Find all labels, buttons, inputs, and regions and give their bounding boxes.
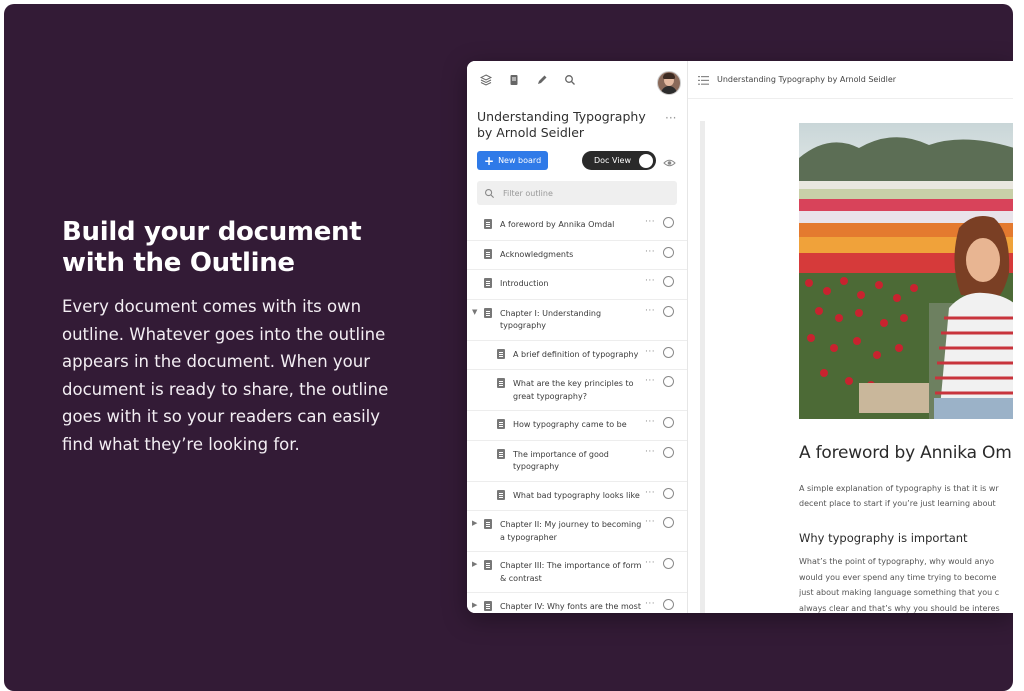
- sidebar-toolbar: [477, 71, 579, 89]
- title-more-icon[interactable]: ···: [665, 111, 676, 125]
- doc-view-toggle[interactable]: Doc View: [582, 151, 656, 170]
- outline-item-label: Chapter I: Understanding typography: [500, 308, 602, 331]
- complete-checkbox[interactable]: [663, 346, 674, 358]
- doc-view-label: Doc View: [594, 156, 631, 165]
- more-icon[interactable]: ···: [645, 417, 655, 427]
- outline-item[interactable]: Introduction ···: [467, 270, 687, 300]
- outline-item[interactable]: How typography came to be ···: [467, 411, 687, 441]
- document-title: Understanding Typography by Arnold Seidl…: [477, 109, 646, 140]
- eye-icon[interactable]: [663, 154, 676, 173]
- plus-icon: +: [484, 153, 495, 168]
- search-icon: [484, 184, 495, 203]
- caret-down-icon[interactable]: ▼: [472, 308, 477, 316]
- caret-right-icon[interactable]: ▶: [472, 560, 477, 568]
- more-icon[interactable]: ···: [645, 558, 655, 568]
- new-board-label: New board: [498, 156, 542, 165]
- more-icon[interactable]: ···: [645, 517, 655, 527]
- outline-item-label: Introduction: [500, 279, 549, 288]
- complete-checkbox[interactable]: [663, 558, 674, 569]
- outline-item-label: The importance of good typography: [513, 449, 609, 472]
- more-icon[interactable]: ···: [645, 376, 655, 386]
- intro-paragraph: A simple explanation of typography is th…: [799, 484, 999, 508]
- section-heading: A foreword by Annika Om: [799, 443, 1012, 463]
- outline-item[interactable]: ▼ Chapter I: Understanding typography ···: [467, 300, 687, 341]
- outline-item[interactable]: ▶ Chapter IV: Why fonts are the most ···: [467, 593, 687, 613]
- outline-item-label: Chapter IV: Why fonts are the most: [500, 602, 641, 611]
- user-avatar[interactable]: [657, 71, 681, 95]
- outline-item[interactable]: ▶ Chapter II: My journey to becoming a ty…: [467, 511, 687, 552]
- new-board-button[interactable]: + New board: [477, 151, 548, 170]
- document-icon: [497, 348, 505, 359]
- outline-item-label: A brief definition of typography: [513, 349, 639, 359]
- more-icon[interactable]: ···: [645, 447, 655, 457]
- more-icon[interactable]: ···: [645, 599, 655, 609]
- toggle-knob: [639, 153, 653, 168]
- outline-item-label: What bad typography looks like: [513, 490, 640, 500]
- complete-checkbox[interactable]: [663, 376, 674, 387]
- more-icon[interactable]: ···: [645, 217, 655, 227]
- filter-outline: [477, 181, 677, 205]
- complete-checkbox[interactable]: [663, 417, 674, 428]
- outline-sidebar: Understanding Typography by Arnold Seidl…: [467, 61, 688, 613]
- document-icon: [484, 601, 492, 611]
- filter-outline-input[interactable]: [501, 187, 665, 199]
- document-icon: [484, 278, 492, 288]
- document-icon: [497, 419, 505, 429]
- document-icon: [484, 307, 492, 318]
- outline-item-label: Chapter III: The importance of form & co…: [500, 561, 642, 583]
- body-paragraph: What’s the point of typography, why woul…: [799, 557, 1000, 613]
- caret-right-icon[interactable]: ▶: [472, 601, 477, 609]
- caret-right-icon[interactable]: ▶: [472, 519, 477, 527]
- search-icon[interactable]: [561, 71, 579, 89]
- outline-item[interactable]: A brief definition of typography ···: [467, 341, 687, 370]
- layers-icon[interactable]: [477, 71, 495, 89]
- breadcrumb: Understanding Typography by Arnold Seidl…: [717, 75, 897, 84]
- app-window: Understanding Typography by Arnold Seidl…: [467, 61, 1013, 613]
- document-header: Understanding Typography by Arnold Seidl…: [688, 61, 1013, 99]
- complete-checkbox[interactable]: [663, 276, 674, 287]
- outline-item[interactable]: What are the key principles to great typ…: [467, 370, 687, 411]
- more-icon[interactable]: ···: [645, 488, 655, 498]
- hero-title: Build your document with the Outline: [62, 217, 362, 278]
- outline-item-label: Chapter II: My journey to becoming a typ…: [500, 520, 642, 542]
- outline-item[interactable]: What bad typography looks like ···: [467, 482, 687, 511]
- outline-item[interactable]: ▶ Chapter III: The importance of form & c…: [467, 552, 687, 593]
- outline-list: A foreword by Annika Omdal ··· Acknowledgm…: [467, 211, 687, 613]
- complete-checkbox[interactable]: [663, 487, 674, 499]
- complete-checkbox[interactable]: [663, 517, 674, 528]
- more-icon[interactable]: ···: [645, 247, 655, 257]
- outline-item-label: A foreword by Annika Omdal: [500, 220, 615, 229]
- scrollbar[interactable]: [700, 121, 705, 613]
- outline-list-icon[interactable]: [698, 70, 709, 89]
- outline-item-label: Acknowledgments: [500, 249, 574, 259]
- document-pane: Understanding Typography by Arnold Seidl…: [688, 61, 1013, 613]
- complete-checkbox[interactable]: [663, 599, 674, 610]
- document-icon: [497, 448, 505, 459]
- pen-icon[interactable]: [533, 71, 551, 89]
- document-icon: [497, 378, 505, 388]
- more-icon[interactable]: ···: [645, 276, 655, 286]
- outline-item-label: What are the key principles to great typ…: [513, 379, 634, 401]
- complete-checkbox[interactable]: [663, 217, 674, 228]
- cover-photo: [799, 123, 1013, 419]
- complete-checkbox[interactable]: [663, 305, 674, 317]
- hero-body: Every document comes with its own outlin…: [62, 297, 389, 454]
- document-icon: [484, 219, 492, 229]
- subheading: Why typography is important: [799, 531, 968, 545]
- complete-checkbox[interactable]: [663, 246, 674, 258]
- outline-item-label: How typography came to be: [513, 420, 627, 429]
- hero-copy: Build your document with the Outline Eve…: [62, 217, 402, 458]
- document-icon[interactable]: [505, 71, 523, 89]
- document-icon: [484, 519, 492, 529]
- outline-item[interactable]: The importance of good typography ···: [467, 441, 687, 482]
- more-icon[interactable]: ···: [645, 306, 655, 316]
- complete-checkbox[interactable]: [663, 446, 674, 458]
- document-icon: [484, 248, 492, 259]
- document-icon: [484, 560, 492, 570]
- marketing-panel: Build your document with the Outline Eve…: [4, 4, 1013, 691]
- document-icon: [497, 489, 505, 500]
- more-icon[interactable]: ···: [645, 347, 655, 357]
- outline-item[interactable]: A foreword by Annika Omdal ···: [467, 211, 687, 241]
- outline-item[interactable]: Acknowledgments ···: [467, 241, 687, 270]
